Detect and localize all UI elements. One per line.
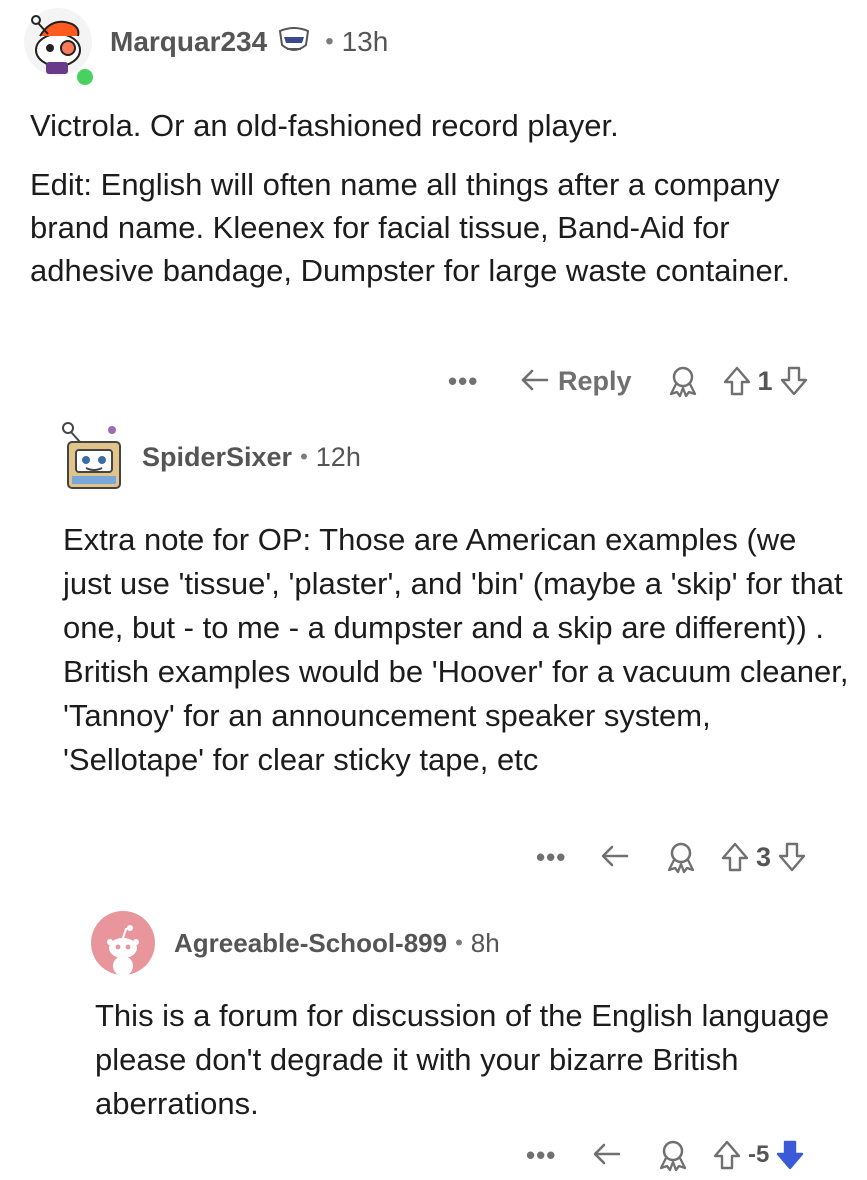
- comment-body: Extra note for OP: Those are American ex…: [63, 518, 853, 782]
- comment-header: SpiderSixer • 12h: [58, 420, 361, 494]
- more-options-icon[interactable]: •••: [526, 1140, 576, 1171]
- reply-arrow-icon: [593, 1143, 621, 1165]
- avatar[interactable]: [90, 910, 156, 976]
- vote-count: 1: [757, 365, 773, 396]
- downvote-arrow-icon: [777, 1140, 804, 1170]
- vote-count: 3: [756, 841, 772, 872]
- reply-button[interactable]: Reply: [520, 366, 632, 397]
- comment-actions: ••• Reply 1: [448, 360, 809, 402]
- comment-body: Victrola. Or an old-fashioned record pla…: [30, 104, 850, 292]
- award-icon: [659, 1140, 687, 1172]
- username[interactable]: SpiderSixer: [142, 442, 292, 473]
- downvote-button[interactable]: [775, 1139, 805, 1171]
- comment-body: This is a forum for discussion of the En…: [95, 994, 835, 1126]
- reply-label: Reply: [558, 365, 632, 396]
- comment-paragraph: Victrola. Or an old-fashioned record pla…: [30, 108, 619, 143]
- meta-separator: •: [300, 444, 308, 469]
- award-button[interactable]: [656, 1138, 690, 1172]
- upvote-arrow-icon: [713, 1140, 741, 1170]
- reply-button[interactable]: [600, 844, 630, 870]
- award-icon: [667, 842, 695, 874]
- upvote-button[interactable]: [720, 841, 750, 873]
- snoo-avatar-icon: [91, 911, 155, 976]
- more-options-icon[interactable]: •••: [536, 842, 586, 873]
- meta-separator: •: [325, 28, 334, 55]
- timestamp[interactable]: 12h: [316, 442, 361, 473]
- online-status-dot: [74, 66, 96, 88]
- comment-paragraph: Extra note for OP: Those are American ex…: [63, 522, 849, 777]
- comment-actions: ••• -5: [526, 1134, 805, 1176]
- reply-arrow-icon: [601, 845, 629, 867]
- vote-count: -5: [748, 1141, 770, 1168]
- downvote-arrow-icon: [778, 842, 806, 872]
- comment-header: Agreeable-School-899 • 8h: [90, 910, 500, 976]
- timestamp[interactable]: 13h: [342, 26, 389, 58]
- reply-button[interactable]: [592, 1142, 622, 1168]
- downvote-button[interactable]: [777, 841, 807, 873]
- comment-paragraph: This is a forum for discussion of the En…: [95, 998, 830, 1121]
- snoo-avatar-icon: [62, 422, 121, 489]
- upvote-arrow-icon: [723, 366, 750, 396]
- premium-badge-icon: [277, 27, 311, 57]
- username[interactable]: Agreeable-School-899: [174, 928, 447, 959]
- avatar[interactable]: [22, 6, 96, 88]
- downvote-button[interactable]: [779, 365, 809, 397]
- meta-separator: •: [455, 930, 463, 955]
- upvote-button[interactable]: [712, 1139, 742, 1171]
- downvote-arrow-icon: [780, 366, 807, 396]
- award-button[interactable]: [666, 364, 700, 398]
- comment-actions: ••• 3: [536, 836, 807, 878]
- avatar[interactable]: [58, 420, 128, 494]
- award-button[interactable]: [664, 840, 698, 874]
- timestamp[interactable]: 8h: [471, 928, 500, 959]
- comment-paragraph: Edit: English will often name all things…: [30, 167, 790, 288]
- more-options-icon[interactable]: •••: [448, 366, 498, 397]
- upvote-button[interactable]: [722, 365, 752, 397]
- username[interactable]: Marquar234: [110, 26, 267, 58]
- comment-header: Marquar234 • 13h: [22, 6, 389, 88]
- upvote-arrow-icon: [721, 842, 749, 872]
- award-icon: [669, 366, 696, 398]
- reply-arrow-icon: [521, 369, 549, 391]
